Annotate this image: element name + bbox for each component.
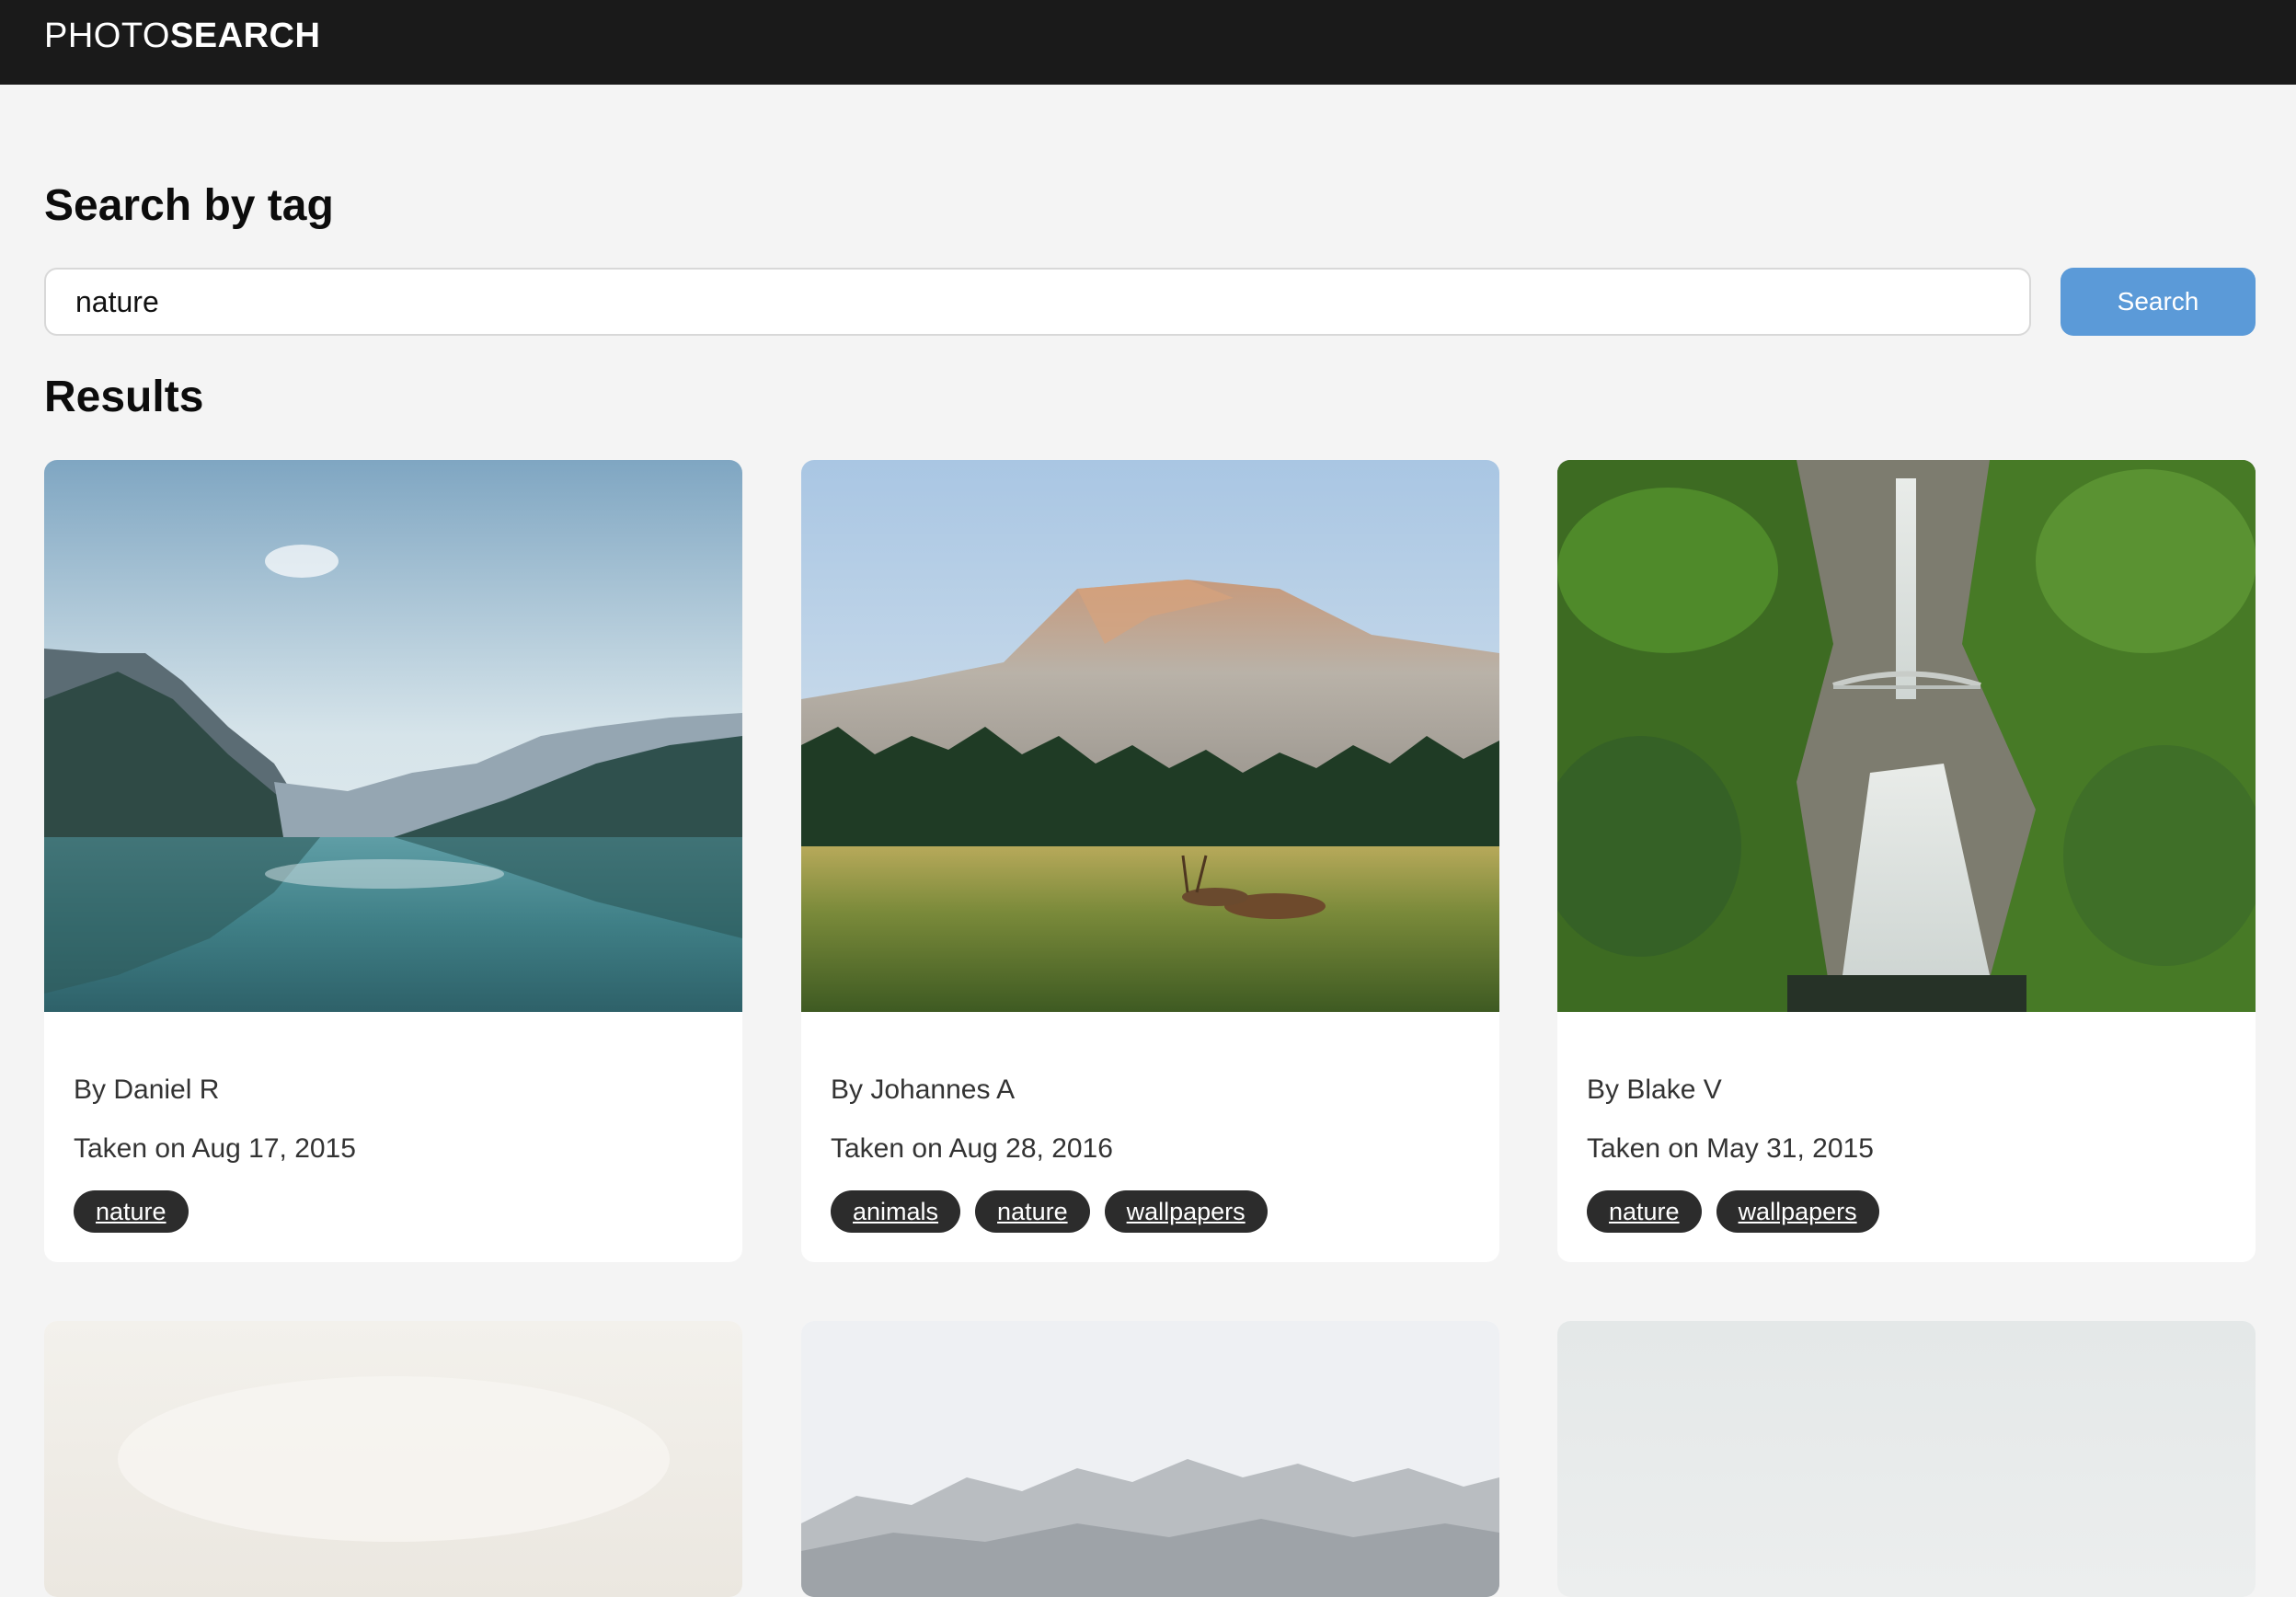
tag-chip[interactable]: nature [74,1190,189,1233]
result-card[interactable]: By Johannes A Taken on Aug 28, 2016 anim… [801,460,1499,1262]
brand-text-bold: SEARCH [169,17,321,55]
card-author: By Blake V [1587,1074,1722,1105]
result-card[interactable] [1557,1321,2256,1597]
result-card[interactable] [44,1321,742,1597]
tag-chip[interactable]: animals [831,1190,961,1233]
tag-chip[interactable]: wallpapers [1716,1190,1879,1233]
brand-text-light: PHOTO [44,17,170,55]
tag-chip[interactable]: wallpapers [1104,1190,1268,1233]
search-heading: Search by tag [44,181,334,230]
top-navbar: PHOTOSEARCH [0,0,2296,85]
waterfall-bridge-photo[interactable] [1557,460,2256,1012]
tag-chip[interactable]: nature [1587,1190,1702,1233]
tag-list: nature wallpapers [1587,1190,1879,1233]
search-input[interactable] [44,268,2031,336]
snowy-ridge-photo[interactable] [801,1321,1499,1597]
half-dome-meadow-deer-photo[interactable] [801,460,1499,1012]
card-date: Taken on Aug 28, 2016 [831,1133,1113,1164]
card-author: By Daniel R [74,1074,220,1105]
result-card[interactable] [801,1321,1499,1597]
card-author: By Johannes A [831,1074,1016,1105]
result-card[interactable]: By Daniel R Taken on Aug 17, 2015 nature [44,460,742,1262]
tag-list: nature [74,1190,189,1233]
results-heading: Results [44,373,204,421]
foggy-pale-photo[interactable] [1557,1321,2256,1597]
tag-list: animals nature wallpapers [831,1190,1268,1233]
result-card[interactable]: By Blake V Taken on May 31, 2015 nature … [1557,460,2256,1262]
card-date: Taken on Aug 17, 2015 [74,1133,356,1164]
misty-hazy-photo[interactable] [44,1321,742,1597]
mountain-lake-photo[interactable] [44,460,742,1012]
search-button[interactable]: Search [2061,268,2256,336]
tag-chip[interactable]: nature [975,1190,1090,1233]
card-date: Taken on May 31, 2015 [1587,1133,1874,1164]
brand-logo[interactable]: PHOTOSEARCH [44,17,320,56]
